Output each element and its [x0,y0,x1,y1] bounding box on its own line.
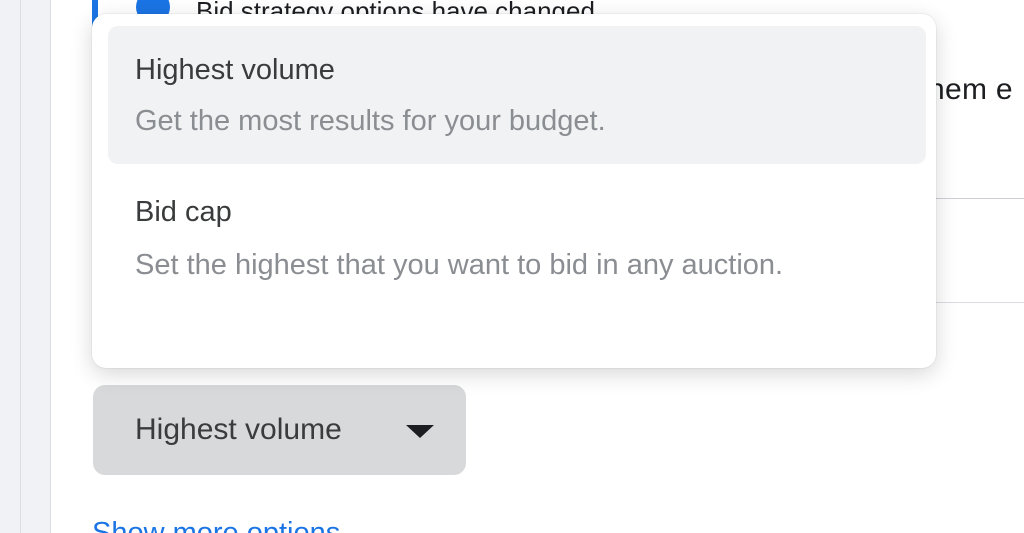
bid-strategy-select-value: Highest volume [135,413,342,446]
caret-down-icon [406,425,434,438]
option-title: Highest volume [135,54,335,86]
show-more-options-link[interactable]: Show more options [92,517,340,533]
option-description: Get the most results for your budget. [135,105,606,137]
page: Bid strategy options have changed hem e … [0,0,1024,533]
bid-strategy-dropdown-menu: Highest volume Get the most results for … [92,14,936,368]
left-gutter [0,0,21,533]
divider [936,302,1024,303]
option-description: Set the highest that you want to bid in … [135,249,784,281]
option-bid-cap[interactable]: Bid cap Set the highest that you want to… [108,174,926,344]
option-highest-volume[interactable]: Highest volume Get the most results for … [108,26,926,164]
bid-strategy-select[interactable]: Highest volume [93,385,466,475]
divider [936,198,1024,199]
notice-text: Bid strategy options have changed [196,0,595,14]
background-text-fragment: hem e [928,73,1013,106]
option-title: Bid cap [135,196,232,228]
